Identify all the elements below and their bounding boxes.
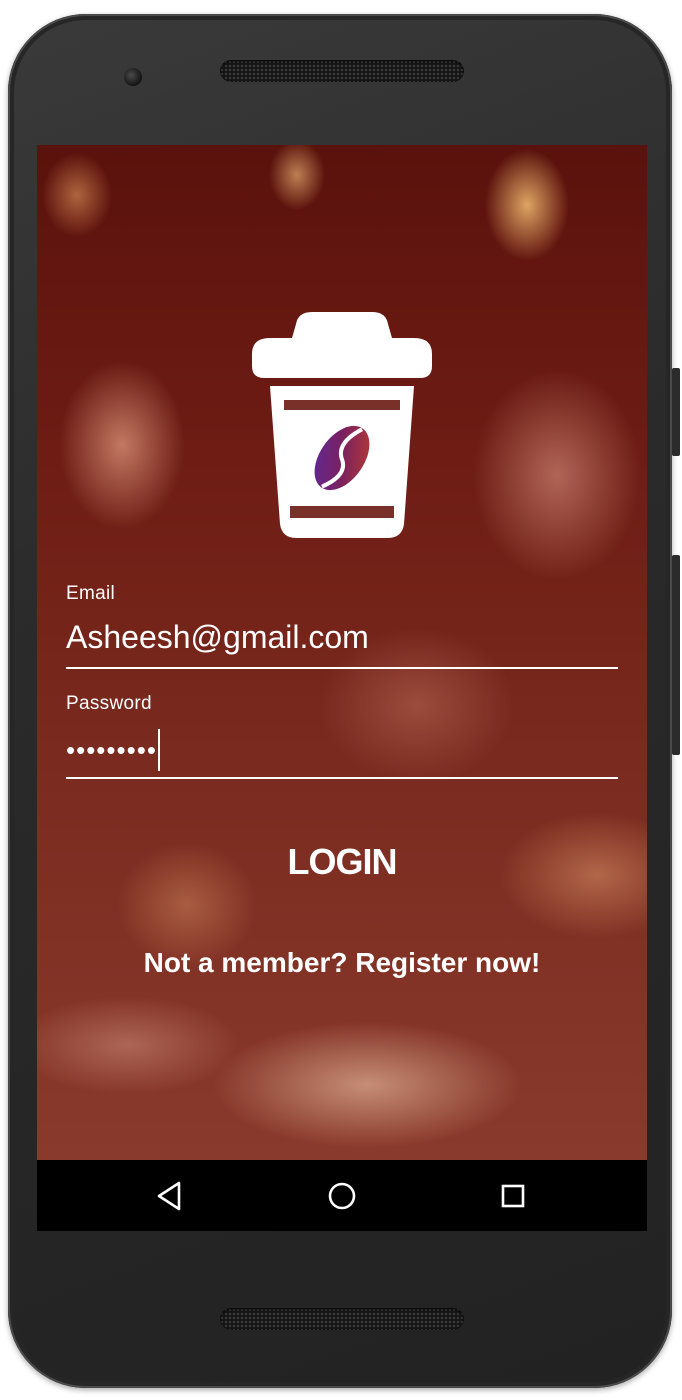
volume-button [672,368,680,456]
email-input[interactable]: Asheesh@gmail.com [66,617,618,657]
circle-home-icon[interactable] [323,1177,361,1215]
android-navigation-bar [37,1160,647,1231]
front-camera [124,68,142,86]
email-label: Email [66,583,116,604]
power-button [672,555,680,755]
square-recents-icon[interactable] [494,1177,532,1215]
register-link[interactable]: Not a member? Register now! [37,947,647,979]
bottom-speaker-grille [220,1308,464,1330]
password-mask: ••••••••• [66,734,157,765]
email-underline [66,667,618,669]
app-screen: Email Asheesh@gmail.com Password •••••••… [37,145,647,1231]
password-input[interactable]: ••••••••• [66,727,618,771]
password-label: Password [66,693,152,714]
email-field[interactable]: Email Asheesh@gmail.com [66,583,618,669]
top-speaker-grille [220,60,464,82]
triangle-back-icon[interactable] [151,1177,189,1215]
blurred-background-image: Email Asheesh@gmail.com Password •••••••… [37,145,647,1160]
coffee-cup-icon [252,312,432,538]
text-cursor [157,728,160,771]
password-field[interactable]: Password ••••••••• [66,693,618,779]
password-underline [66,777,618,779]
login-button[interactable]: LOGIN [37,841,647,883]
